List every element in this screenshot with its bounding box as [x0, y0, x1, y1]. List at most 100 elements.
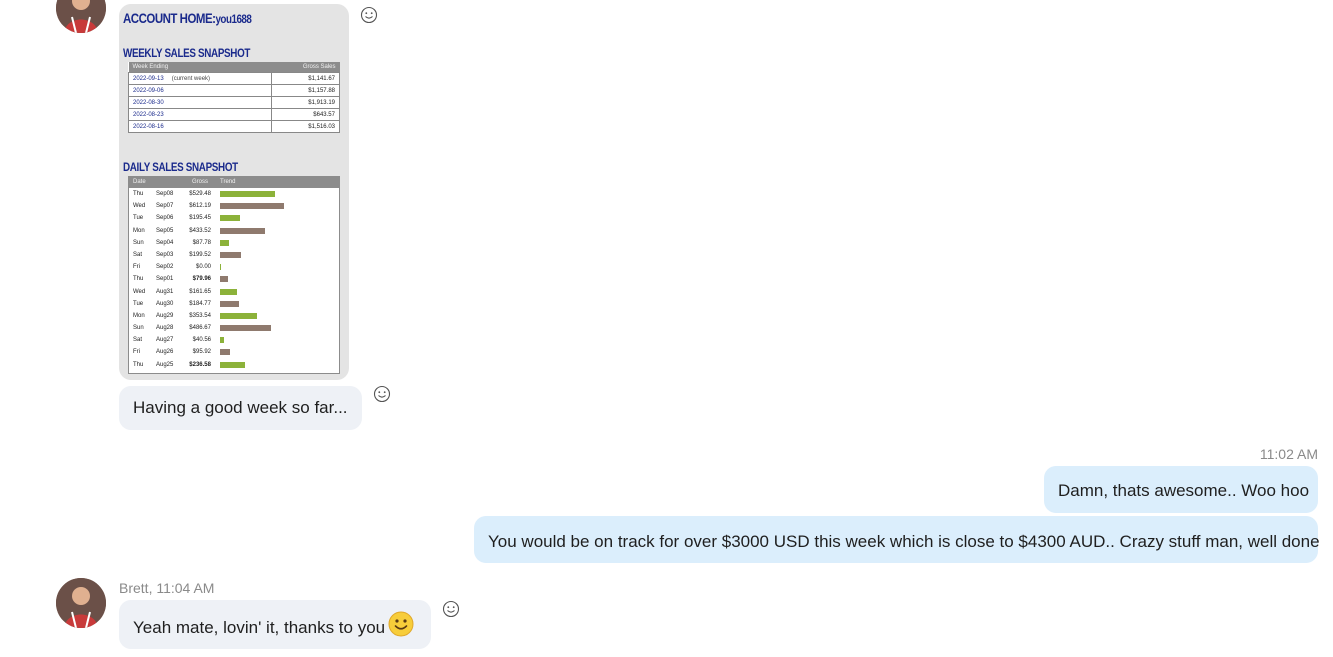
daily-day: Mon	[133, 227, 145, 234]
message-bubble[interactable]: Yeah mate, lovin' it, thanks to you	[119, 600, 431, 649]
daily-gross: $184.77	[189, 300, 211, 307]
smiley-emoji-icon	[388, 611, 414, 637]
smiley-reaction-icon[interactable]	[373, 385, 391, 403]
daily-day: Sun	[133, 239, 144, 246]
daily-row: Sun Sep04 $87.78	[129, 237, 339, 249]
weekly-week-date[interactable]: 2022-09-13	[133, 76, 164, 82]
daily-row: Mon Sep05 $433.52	[129, 225, 339, 237]
daily-gross: $529.48	[189, 191, 211, 197]
daily-trend-bar	[220, 361, 245, 368]
daily-day: Wed	[133, 288, 146, 295]
daily-trend-bar	[220, 288, 237, 295]
message-text: Damn, thats awesome.. Woo hoo	[1058, 481, 1310, 500]
daily-gross: $161.65	[189, 288, 211, 295]
daily-trend-bar	[220, 227, 266, 234]
daily-gross: $486.67	[189, 325, 211, 332]
daily-day: Wed	[133, 203, 146, 210]
weekly-gross: $1,157.88	[271, 84, 340, 97]
weekly-week: 2022-09-06	[127, 84, 273, 97]
daily-day: Sat	[133, 251, 143, 258]
weekly-row: 2022-08-23 $643.57	[127, 108, 340, 121]
daily-day: Sun	[133, 325, 144, 332]
smiley-reaction-icon[interactable]	[360, 6, 378, 24]
daily-row: Thu Sep08 $529.48	[129, 188, 339, 200]
message-bubble[interactable]: Having a good week so far...	[119, 386, 362, 430]
weekly-week: 2022-08-23	[127, 108, 273, 121]
daily-row: Sat Sep03 $199.52	[129, 249, 339, 261]
weekly-header-gross: Gross Sales	[271, 62, 340, 73]
daily-sales-table: Date Gross Trend Thu Sep08 $529.48 Wed Sep07…	[128, 176, 340, 374]
daily-row: Fri Sep02 $0.00	[129, 261, 339, 273]
daily-gross: $0.00	[195, 264, 211, 271]
daily-gross: $95.92	[192, 349, 211, 356]
daily-gross: $612.19	[189, 203, 211, 210]
smiley-reaction-icon[interactable]	[442, 600, 460, 618]
daily-header-date: Date	[133, 179, 146, 185]
weekly-gross: $643.57	[271, 108, 340, 121]
daily-row: Tue Sep06 $195.45	[129, 212, 339, 224]
daily-row: Wed Aug31 $161.65	[129, 286, 339, 298]
daily-day: Fri	[133, 264, 140, 271]
daily-day: Fri	[133, 349, 140, 356]
weekly-week-date[interactable]: 2022-08-16	[133, 124, 164, 130]
message-text: Having a good week so far...	[133, 398, 348, 417]
daily-gross: $236.58	[189, 361, 211, 368]
daily-title: DAILY SALES SNAPSHOT	[123, 160, 238, 174]
weekly-row: 2022-09-13 (current week) $1,141.67	[127, 72, 340, 85]
daily-day: Tue	[133, 215, 144, 222]
weekly-week-date[interactable]: 2022-09-06	[133, 88, 164, 94]
daily-gross: $40.56	[192, 337, 211, 344]
message-text: Yeah mate, lovin' it, thanks to you	[133, 618, 386, 637]
weekly-row: 2022-08-30 $1,913.19	[127, 96, 340, 109]
sales-report-image[interactable]: ACCOUNT HOME:you1688 WEEKLY SALES SNAPSH…	[119, 4, 349, 380]
daily-day: Sat	[133, 337, 143, 344]
daily-trend-bar	[220, 239, 230, 246]
daily-row: Mon Aug29 $353.54	[129, 310, 339, 322]
avatar[interactable]	[56, 0, 106, 33]
daily-gross: $433.52	[189, 227, 211, 234]
daily-trend-bar	[220, 300, 240, 307]
weekly-week-date[interactable]: 2022-08-23	[133, 112, 164, 118]
weekly-sales-table: Week Ending Gross Sales 2022-09-13 (curre…	[127, 62, 340, 133]
daily-row: Tue Aug30 $184.77	[129, 298, 339, 310]
daily-trend-bar	[220, 276, 229, 283]
daily-header-gross: Gross	[192, 179, 209, 185]
weekly-title: WEEKLY SALES SNAPSHOT	[123, 46, 251, 60]
avatar[interactable]	[56, 578, 106, 628]
daily-trend-bar	[220, 337, 225, 344]
daily-trend-bar	[220, 203, 284, 210]
weekly-gross: $1,913.19	[271, 96, 340, 109]
weekly-week: 2022-08-16	[127, 120, 273, 133]
daily-day: Thu	[133, 191, 144, 197]
daily-trend-bar	[220, 264, 221, 271]
daily-row: Wed Sep07 $612.19	[129, 200, 339, 212]
daily-trend-bar	[220, 215, 241, 222]
daily-trend-bar	[220, 191, 276, 197]
weekly-row: 2022-08-16 $1,516.03	[127, 120, 340, 133]
daily-trend-bar	[220, 312, 257, 319]
weekly-header-week: Week Ending	[128, 62, 272, 73]
weekly-gross: $1,141.67	[271, 72, 340, 85]
daily-day: Thu	[133, 361, 144, 368]
daily-header-trend: Trend	[220, 179, 236, 185]
sender-meta: Brett, 11:04 AM	[119, 580, 215, 596]
daily-trend-bar	[220, 349, 231, 356]
message-text: You would be on track for over $3000 USD…	[488, 532, 1320, 551]
daily-row: Sun Aug28 $486.67	[129, 322, 339, 334]
daily-gross: $79.96	[192, 276, 211, 283]
daily-day: Tue	[133, 300, 144, 307]
daily-row: Thu Sep01 $79.96	[129, 273, 339, 285]
weekly-week: 2022-08-30	[127, 96, 273, 109]
daily-trend-bar	[220, 251, 241, 258]
daily-day: Mon	[133, 312, 145, 319]
outgoing-message-bubble[interactable]: You would be on track for over $3000 USD…	[474, 516, 1320, 563]
outgoing-message-bubble[interactable]: Damn, thats awesome.. Woo hoo	[1044, 466, 1318, 513]
account-home-heading: ACCOUNT HOME:you1688	[123, 10, 252, 26]
daily-gross: $199.52	[189, 251, 211, 258]
daily-gross: $195.45	[189, 215, 211, 222]
daily-gross: $87.78	[192, 239, 211, 246]
account-home-label: ACCOUNT HOME:	[123, 10, 216, 26]
weekly-week-date[interactable]: 2022-08-30	[133, 100, 164, 106]
weekly-row: 2022-09-06 $1,157.88	[127, 84, 340, 97]
daily-row: Sat Aug27 $40.56	[129, 334, 339, 346]
